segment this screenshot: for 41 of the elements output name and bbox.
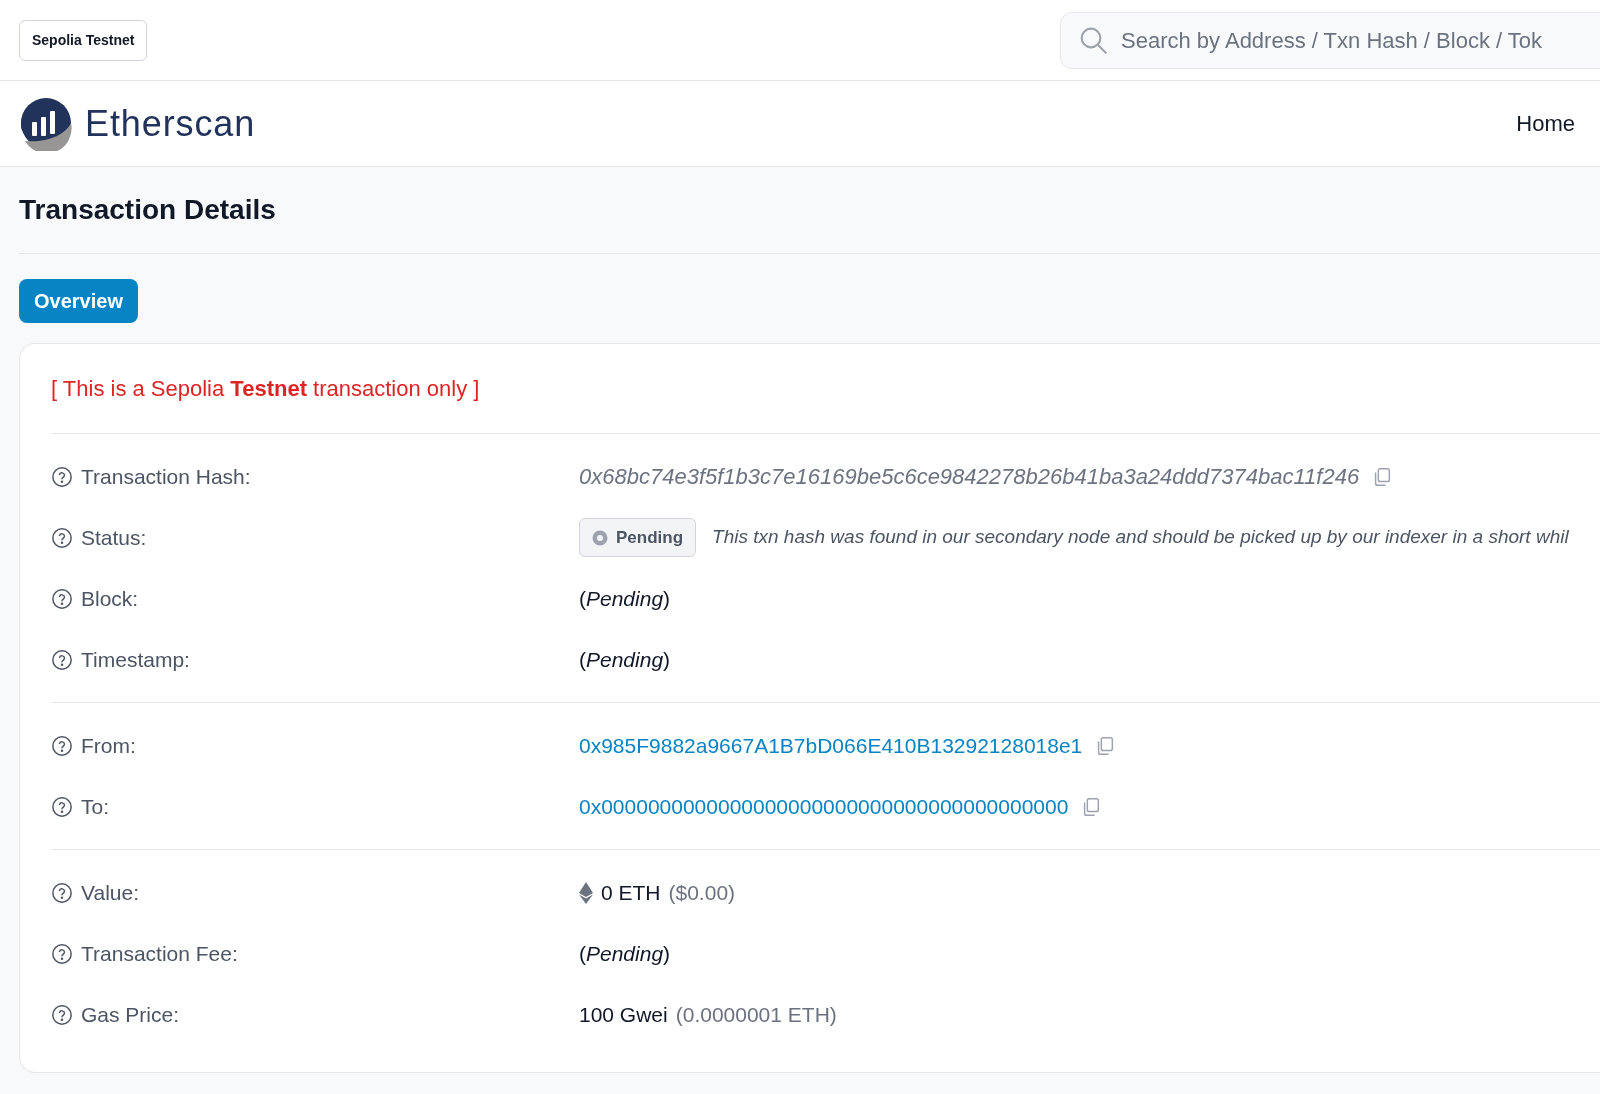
help-icon <box>51 465 73 488</box>
converted-value: (0.0000001 ETH) <box>675 1001 837 1028</box>
help-icon <box>51 795 73 818</box>
field-label: Status: <box>81 524 147 551</box>
logo-icon <box>19 96 73 151</box>
amount-value: 100 Gwei <box>579 1001 668 1028</box>
search-input[interactable]: Search by Address / Txn Hash / Block / Tok <box>1121 23 1600 57</box>
address-link[interactable]: 0x0000000000000000000000000000000000000000 <box>579 790 1069 823</box>
pending-value: (Pending) <box>579 940 671 967</box>
brand-name[interactable]: Etherscan <box>85 96 256 151</box>
address-link[interactable]: 0x985F9882a9667A1B7bD066E410B13292128018e1 <box>579 729 1083 762</box>
field-label: Value: <box>81 879 139 906</box>
field-label: To: <box>81 793 109 820</box>
pending-dot-icon <box>592 529 608 546</box>
help-icon <box>51 734 73 757</box>
pending-value: (Pending) <box>579 646 671 673</box>
field-label: Timestamp: <box>81 646 190 673</box>
status-note: This txn hash was found in our secondary node and should be picked up by our indexer in a short whil <box>712 525 1569 550</box>
help-icon <box>51 648 73 671</box>
network-badge[interactable]: Sepolia Testnet <box>19 19 148 61</box>
status-badge: Pending <box>579 517 697 558</box>
converted-value: ($0.00) <box>668 879 736 906</box>
help-icon <box>51 526 73 549</box>
search-field[interactable]: Search by Address / Txn Hash / Block / Tok <box>1060 11 1600 69</box>
help-icon <box>51 942 73 965</box>
field-label: Transaction Fee: <box>81 940 238 967</box>
field-label: Gas Price: <box>81 1001 180 1028</box>
pending-value: (Pending) <box>579 585 671 612</box>
page-title: Transaction Details <box>19 193 276 227</box>
amount-value: 0 ETH <box>601 879 661 906</box>
ether-icon <box>579 881 593 904</box>
transaction-hash: 0x68bc74e3f5f1b3c7e16169be5c6ce9842278b26b41ba3a24ddd7374bac11f246 <box>579 463 1360 491</box>
help-icon <box>51 587 73 610</box>
field-label: From: <box>81 732 136 759</box>
nav-link[interactable]: Home <box>1516 107 1575 140</box>
testnet-notice: [ This is a Sepolia Testnet transaction only ] <box>51 375 480 403</box>
help-icon <box>51 1003 73 1026</box>
field-label: Transaction Hash: <box>81 463 251 490</box>
help-icon <box>51 881 73 904</box>
overview-tab[interactable]: Overview <box>19 279 138 323</box>
field-label: Block: <box>81 585 139 612</box>
